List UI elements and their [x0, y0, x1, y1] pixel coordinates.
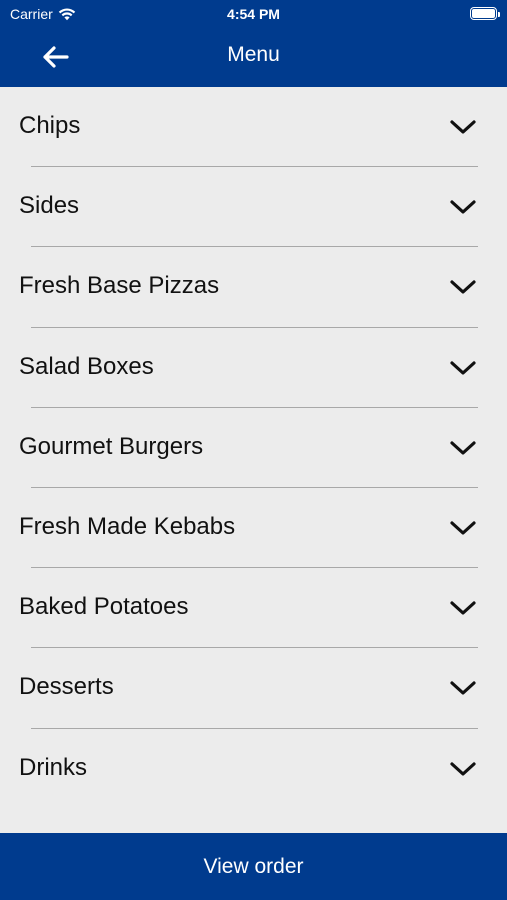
status-time: 4:54 PM — [227, 6, 280, 22]
chevron-down-icon[interactable] — [449, 437, 477, 459]
menu-category-desserts[interactable]: Desserts — [0, 648, 507, 729]
menu-category-label: Fresh Made Kebabs — [19, 512, 236, 540]
chevron-down-icon[interactable] — [449, 196, 477, 218]
menu-category-baked-potatoes[interactable]: Baked Potatoes — [0, 568, 507, 649]
battery-icon — [470, 7, 500, 20]
menu-category-label: Sides — [19, 192, 80, 220]
chevron-down-icon[interactable] — [449, 677, 477, 699]
chevron-down-icon[interactable] — [449, 116, 477, 138]
menu-category-salad-boxes[interactable]: Salad Boxes — [0, 328, 507, 408]
chevron-down-icon[interactable] — [449, 276, 477, 298]
menu-category-list: Chips Sides Fresh Base Pizzas Salad Boxe… — [0, 87, 507, 809]
menu-category-label: Desserts — [19, 673, 114, 701]
chevron-down-icon[interactable] — [449, 597, 477, 619]
menu-category-chips[interactable]: Chips — [0, 87, 507, 168]
menu-category-fresh-base-pizzas[interactable]: Fresh Base Pizzas — [0, 247, 507, 328]
menu-category-fresh-made-kebabs[interactable]: Fresh Made Kebabs — [0, 488, 507, 569]
menu-category-sides[interactable]: Sides — [0, 167, 507, 248]
chevron-down-icon[interactable] — [449, 758, 477, 780]
menu-category-label: Chips — [19, 112, 81, 139]
menu-category-label: Gourmet Burgers — [19, 432, 204, 460]
view-order-label: View order — [203, 854, 304, 878]
chevron-down-icon[interactable] — [449, 517, 477, 539]
menu-category-label: Fresh Base Pizzas — [19, 272, 220, 300]
header: Carrier 4:54 PM Menu — [0, 0, 507, 87]
menu-category-label: Baked Potatoes — [19, 593, 189, 621]
app-screen: Carrier 4:54 PM Menu Chips Sides Fresh B… — [0, 0, 507, 900]
menu-category-label: Salad Boxes — [19, 352, 154, 380]
menu-category-label: Drinks — [19, 753, 88, 781]
view-order-button[interactable]: View order — [0, 833, 507, 900]
status-bar: Carrier 4:54 PM — [0, 0, 507, 28]
menu-category-gourmet-burgers[interactable]: Gourmet Burgers — [0, 408, 507, 488]
nav-bar: Menu — [0, 28, 507, 86]
page-title: Menu — [227, 43, 280, 66]
menu-category-drinks[interactable]: Drinks — [0, 729, 507, 809]
battery-level — [472, 9, 495, 18]
chevron-down-icon[interactable] — [449, 357, 477, 379]
